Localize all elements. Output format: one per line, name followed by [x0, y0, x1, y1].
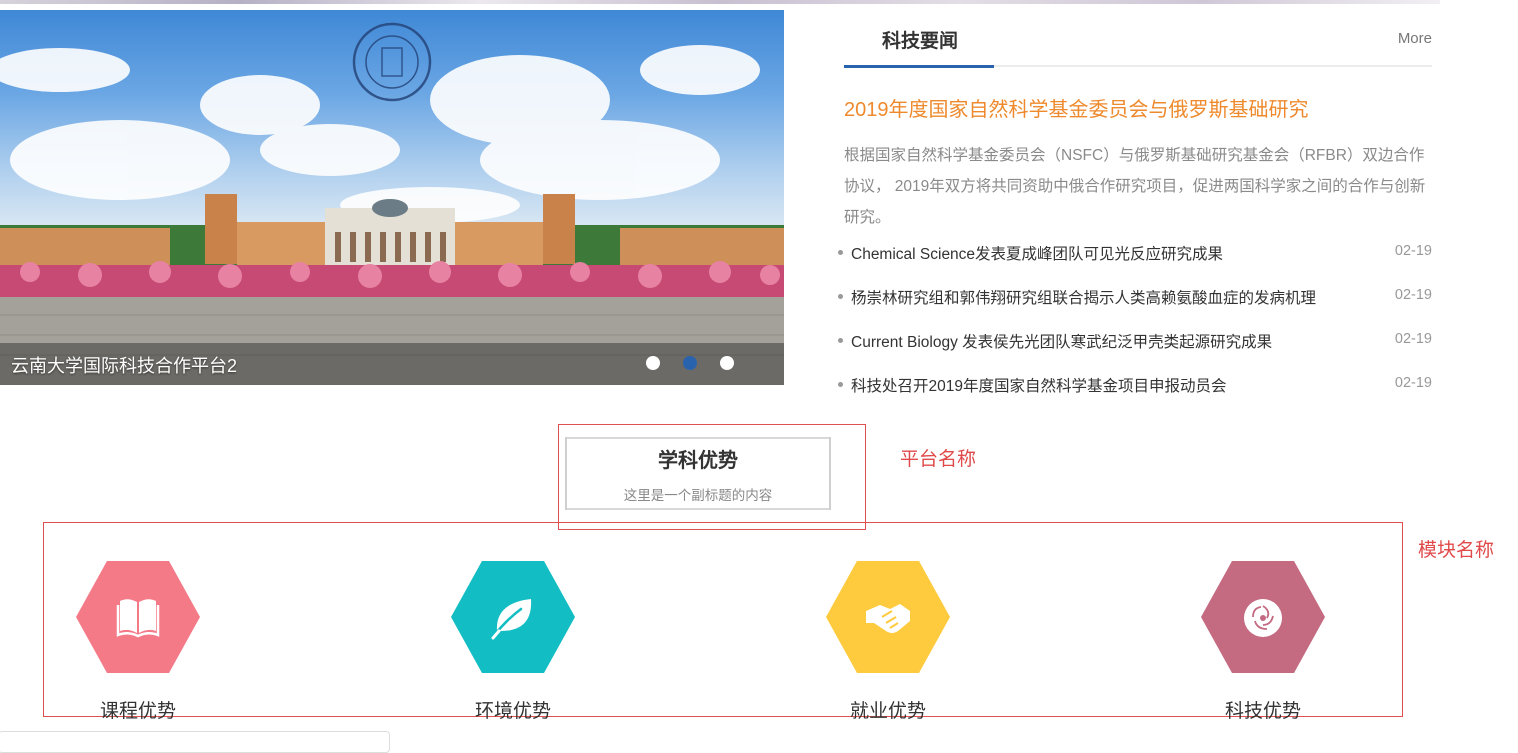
- news-item-date: 02-19: [1394, 243, 1432, 259]
- module-technology-advantage[interactable]: 科技优势: [1201, 561, 1325, 722]
- news-list-item[interactable]: Chemical Science发表夏成峰团队可见光反应研究成果 02-19: [838, 240, 1432, 284]
- bullet-icon: [838, 294, 843, 299]
- book-icon: [76, 561, 200, 673]
- leaf-icon: [451, 561, 575, 673]
- campus-photo: [0, 22, 784, 385]
- university-logo: [352, 22, 432, 102]
- module-course-advantage[interactable]: 课程优势: [76, 561, 200, 722]
- module-environment-advantage[interactable]: 环境优势: [451, 561, 575, 722]
- more-link[interactable]: More: [1398, 30, 1432, 47]
- news-item-title[interactable]: 杨崇林研究组和郭伟翔研究组联合揭示人类高赖氨酸血症的发病机理: [851, 286, 1316, 308]
- handshake-icon: [826, 561, 950, 673]
- news-list-item[interactable]: Current Biology 发表侯先光团队寒武纪泛甲壳类起源研究成果 02-…: [838, 328, 1432, 372]
- bullet-icon: [838, 382, 843, 387]
- carousel-dot-3[interactable]: [720, 356, 734, 370]
- news-item-title[interactable]: Chemical Science发表夏成峰团队可见光反应研究成果: [851, 242, 1223, 264]
- section-title: 学科优势: [658, 450, 738, 472]
- bottom-partial-panel: [0, 731, 390, 753]
- section-subtitle: 这里是一个副标题的内容: [623, 488, 773, 503]
- news-list-item[interactable]: 科技处召开2019年度国家自然科学基金项目申报动员会 02-19: [838, 372, 1432, 416]
- top-banner-strip: [0, 0, 1440, 4]
- platform-name-annotation: 平台名称: [900, 448, 977, 470]
- active-tab-indicator: [844, 65, 994, 68]
- module-employment-advantage[interactable]: 就业优势: [826, 561, 950, 722]
- bullet-icon: [838, 338, 843, 343]
- carousel-dot-1[interactable]: [646, 356, 660, 370]
- image-carousel[interactable]: 云南大学国际科技合作平台2: [0, 10, 784, 385]
- news-item-title[interactable]: Current Biology 发表侯先光团队寒武纪泛甲壳类起源研究成果: [851, 330, 1272, 352]
- module-label: 科技优势: [1224, 701, 1301, 722]
- carousel-caption: 云南大学国际科技合作平台2: [11, 356, 238, 376]
- module-label: 课程优势: [99, 701, 176, 722]
- news-item-title[interactable]: 科技处召开2019年度国家自然科学基金项目申报动员会: [851, 374, 1226, 396]
- news-list-item[interactable]: 杨崇林研究组和郭伟翔研究组联合揭示人类高赖氨酸血症的发病机理 02-19: [838, 284, 1432, 328]
- module-name-annotation: 模块名称: [1418, 539, 1495, 561]
- news-summary: 根据国家自然科学基金委员会（NSFC）与俄罗斯基础研究基金会（RFBR）双边合作…: [844, 147, 1426, 226]
- news-item-date: 02-19: [1394, 375, 1432, 391]
- news-item-date: 02-19: [1394, 287, 1432, 303]
- news-headline[interactable]: 2019年度国家自然科学基金委员会与俄罗斯基础研究: [844, 93, 1309, 122]
- module-label: 就业优势: [849, 701, 926, 722]
- module-label: 环境优势: [474, 701, 551, 722]
- carousel-caption-bar: 云南大学国际科技合作平台2: [0, 343, 784, 385]
- bullet-icon: [838, 250, 843, 255]
- news-list: Chemical Science发表夏成峰团队可见光反应研究成果 02-19 杨…: [838, 240, 1432, 416]
- carousel-dot-2-active[interactable]: [683, 356, 697, 370]
- news-item-date: 02-19: [1394, 331, 1432, 347]
- section-title-box: 学科优势 这里是一个副标题的内容: [565, 437, 831, 510]
- module-name-annotation-frame: [43, 522, 1403, 717]
- tab-science-news[interactable]: 科技要闻: [882, 26, 958, 53]
- aperture-icon: [1201, 561, 1325, 673]
